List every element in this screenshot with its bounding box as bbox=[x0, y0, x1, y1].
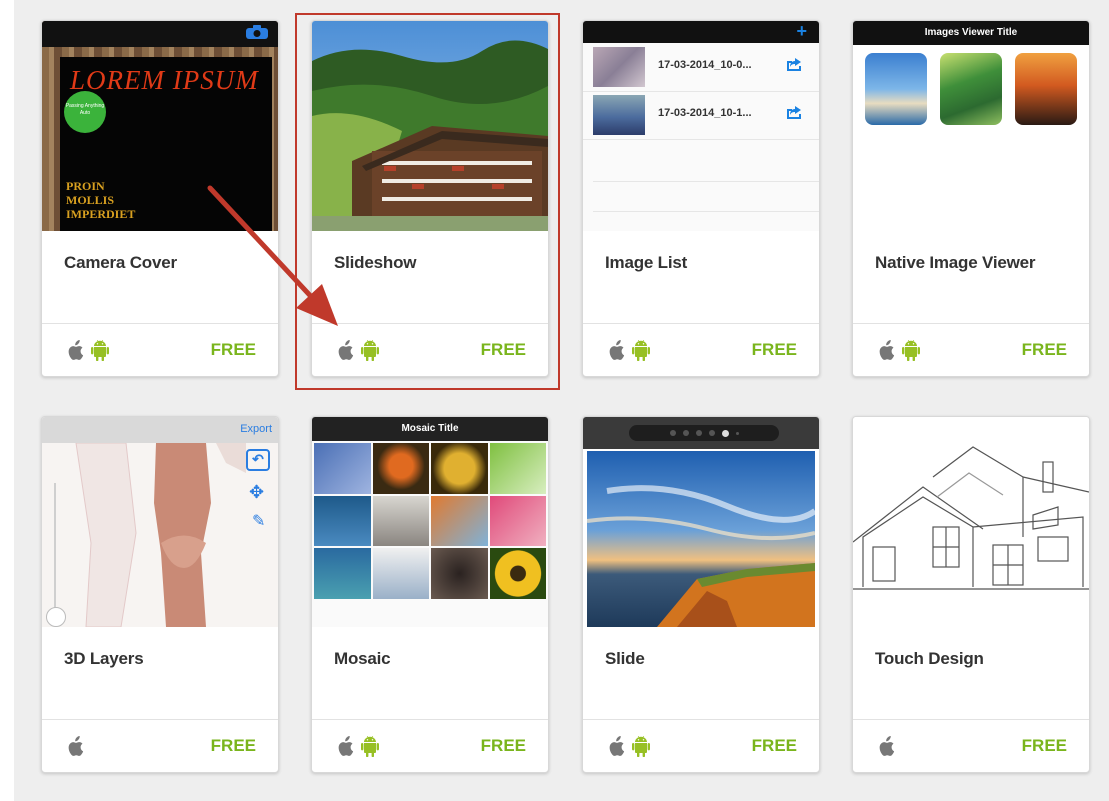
card-touch-design[interactable]: Touch Design FREE bbox=[852, 416, 1090, 773]
selected-card-highlight bbox=[295, 13, 560, 390]
card-image-list[interactable]: + 17-03-2014_10-0... 17-03-2014_10-1... … bbox=[582, 20, 820, 377]
card-native-image-viewer[interactable]: Images Viewer Title Native Image Viewer … bbox=[852, 20, 1090, 377]
card-title: Mosaic bbox=[334, 649, 391, 668]
price-label: FREE bbox=[1021, 340, 1067, 359]
apple-icon bbox=[609, 339, 625, 360]
move-icon: ✥ bbox=[249, 482, 265, 502]
card-footer: FREE bbox=[853, 719, 1089, 772]
card-3d-layers[interactable]: Export ↶ ✥ ✎ 3D Layers FREE bbox=[41, 416, 279, 773]
viewer-header: Images Viewer Title bbox=[924, 27, 1018, 38]
share-icon bbox=[787, 58, 801, 71]
apple-icon bbox=[338, 735, 354, 756]
apple-icon bbox=[68, 735, 84, 756]
card-title: Image List bbox=[605, 253, 688, 272]
price-label: FREE bbox=[1021, 736, 1067, 755]
card-footer: FREE bbox=[312, 719, 548, 772]
list-item: 17-03-2014_10-0... bbox=[583, 43, 819, 92]
cover-badge: Passing Anything Auto bbox=[64, 91, 106, 133]
card-footer: FREE bbox=[853, 323, 1089, 376]
card-title: Touch Design bbox=[875, 649, 984, 668]
price-label: FREE bbox=[751, 340, 797, 359]
card-footer: FREE bbox=[583, 719, 819, 772]
cover-line: PROIN bbox=[66, 179, 105, 193]
undo-icon: ↶ bbox=[246, 449, 270, 471]
card-footer: FREE bbox=[42, 719, 278, 772]
apple-icon bbox=[879, 339, 895, 360]
card-title: 3D Layers bbox=[64, 649, 144, 668]
card-mosaic[interactable]: Mosaic Title Mosaic FREE bbox=[311, 416, 549, 773]
list-item: 17-03-2014_10-1... bbox=[583, 91, 819, 140]
apple-icon bbox=[879, 735, 895, 756]
share-icon bbox=[787, 106, 801, 119]
touch-design-thumbnail bbox=[853, 417, 1089, 627]
add-icon: + bbox=[796, 21, 807, 41]
card-title: Camera Cover bbox=[64, 253, 177, 272]
cover-line: MOLLIS bbox=[66, 193, 115, 207]
android-icon bbox=[632, 735, 650, 757]
card-footer: FREE bbox=[42, 323, 278, 376]
camera-switch-icon bbox=[246, 25, 268, 39]
price-label: FREE bbox=[751, 736, 797, 755]
camera-cover-thumbnail: LOREM IPSUM Passing Anything Auto PROIN … bbox=[42, 21, 278, 231]
slide-thumbnail bbox=[583, 417, 819, 627]
card-slide[interactable]: Slide FREE bbox=[582, 416, 820, 773]
android-icon bbox=[902, 339, 920, 361]
price-label: FREE bbox=[210, 340, 256, 359]
card-title: Slide bbox=[605, 649, 645, 668]
mosaic-header: Mosaic Title bbox=[401, 423, 459, 434]
android-icon bbox=[632, 339, 650, 361]
price-label: FREE bbox=[210, 736, 256, 755]
native-image-viewer-thumbnail: Images Viewer Title bbox=[853, 21, 1089, 231]
price-label: FREE bbox=[480, 736, 526, 755]
card-title: Native Image Viewer bbox=[875, 253, 1036, 272]
apple-icon bbox=[68, 339, 84, 360]
export-link: Export bbox=[240, 423, 272, 435]
android-icon bbox=[91, 339, 109, 361]
mosaic-thumbnail: Mosaic Title bbox=[312, 417, 548, 627]
cover-heading: LOREM IPSUM bbox=[70, 65, 259, 95]
list-item-label: 17-03-2014_10-1... bbox=[658, 107, 752, 119]
3d-layers-thumbnail: Export ↶ ✥ ✎ bbox=[42, 417, 278, 627]
pencil-icon: ✎ bbox=[252, 513, 266, 530]
list-item-label: 17-03-2014_10-0... bbox=[658, 59, 752, 71]
card-camera-cover[interactable]: LOREM IPSUM Passing Anything Auto PROIN … bbox=[41, 20, 279, 377]
card-footer: FREE bbox=[583, 323, 819, 376]
cover-line: IMPERDIET bbox=[66, 207, 136, 221]
android-icon bbox=[361, 735, 379, 757]
apple-icon bbox=[609, 735, 625, 756]
image-list-thumbnail: + 17-03-2014_10-0... 17-03-2014_10-1... bbox=[583, 21, 819, 231]
page-indicator bbox=[629, 425, 779, 441]
